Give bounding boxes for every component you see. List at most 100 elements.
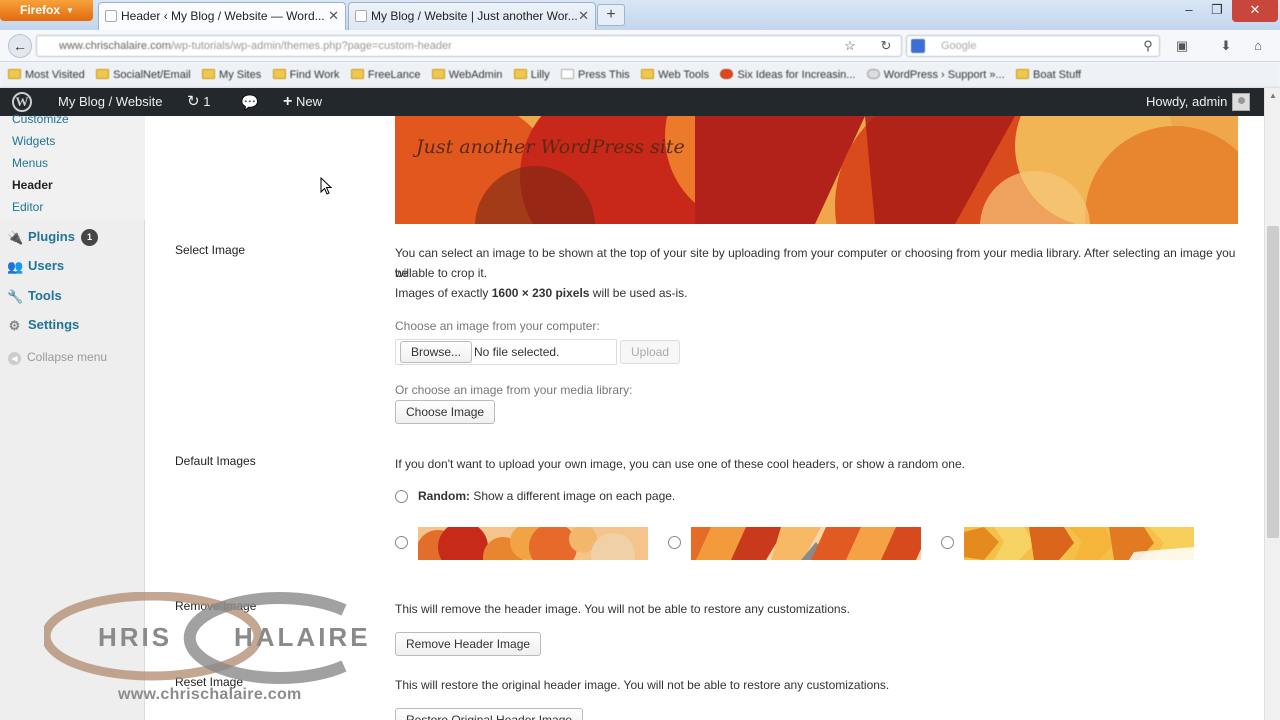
wrench-icon: 🔧 [7, 289, 24, 304]
back-button[interactable]: ← [8, 34, 32, 58]
search-magnifier-icon[interactable]: ⚲ [1140, 38, 1156, 54]
submenu-header[interactable]: Header [12, 178, 53, 192]
random-title: Random: [418, 489, 470, 503]
bookmarks-toolbar: Most Visited SocialNet/Email My Sites Fi… [0, 62, 1280, 88]
bookmark-item[interactable]: Press This [561, 62, 630, 87]
wp-admin-bar: W My Blog / Website ↻ 1 💬 + New Howdy, a… [0, 88, 1268, 116]
bookmark-label: WebAdmin [448, 69, 503, 81]
reload-icon[interactable]: ↻ [878, 38, 894, 54]
sidebar-item-plugins[interactable]: 🔌 Plugins 1 [0, 223, 145, 251]
image-size-note: Images of exactly 1600 × 230 pixels will… [395, 283, 688, 303]
restore-window-button[interactable]: ❐ [1202, 0, 1232, 22]
circles-thumbnail-art [418, 527, 648, 560]
random-desc: Show a different image on each page. [470, 489, 676, 503]
submenu-menus[interactable]: Menus [12, 156, 48, 170]
bookmark-label: Most Visited [25, 69, 85, 81]
firefox-menu-button[interactable]: Firefox ▼ [0, 0, 93, 21]
random-option-label: Random: Show a different image on each p… [418, 486, 675, 506]
bookmark-label: Boat Stuff [1033, 69, 1082, 81]
users-icon: 👥 [7, 259, 24, 274]
bookmark-label: SocialNet/Email [113, 69, 191, 81]
select-image-description: You can select an image to be shown at t… [395, 246, 1236, 280]
page-icon [561, 69, 575, 79]
bookmark-item[interactable]: WordPress › Support »... [866, 62, 1005, 87]
submenu-customize[interactable]: Customize [12, 112, 69, 126]
bookmark-item[interactable]: Lilly [513, 62, 550, 87]
default-header-thumbnail-diamonds[interactable] [691, 527, 921, 560]
site-name-link[interactable]: My Blog / Website [58, 88, 163, 116]
tab-header-admin[interactable]: Header ‹ My Blog / Website — Word... ✕ [98, 2, 346, 30]
sidebar-item-label: Users [28, 258, 65, 273]
tab-title: Header ‹ My Blog / Website — Word... [121, 9, 325, 23]
updates-link[interactable]: ↻ 1 [187, 88, 210, 116]
scrollbar-thumb[interactable] [1267, 226, 1279, 538]
default-header-thumbnail-hexagons[interactable] [964, 527, 1194, 560]
default-header-thumbnail-circles[interactable] [418, 527, 648, 560]
sidebar-item-settings[interactable]: ⚙ Settings [0, 311, 145, 339]
bookmark-item[interactable]: FreeLance [350, 62, 421, 87]
bookmark-label: FreeLance [367, 69, 421, 81]
browser-titlebar: Firefox ▼ Header ‹ My Blog / Website — Wo… [0, 0, 1280, 30]
plug-icon: 🔌 [7, 230, 24, 245]
wordpress-logo-icon[interactable]: W [12, 92, 32, 112]
sliders-icon: ⚙ [8, 318, 21, 333]
default-header-radio-3[interactable] [941, 536, 954, 549]
bookmark-item[interactable]: Boat Stuff [1016, 62, 1082, 87]
minimize-window-button[interactable]: – [1174, 0, 1204, 22]
bookmark-item[interactable]: My Sites [202, 62, 261, 87]
bookmark-item[interactable]: Most Visited [8, 62, 85, 87]
search-bar[interactable]: Google [906, 35, 1160, 57]
restore-original-header-button[interactable]: Restore Original Header Image [395, 708, 584, 720]
sidebar-item-users[interactable]: 👥 Users [0, 252, 145, 280]
bookmark-item[interactable]: Web Tools [641, 62, 710, 87]
page-scrollbar[interactable]: ▲ [1264, 88, 1280, 720]
bookmark-item[interactable]: Find Work [272, 62, 340, 87]
mouse-cursor-icon [320, 177, 332, 195]
sidebar-toggle-icon[interactable]: ▣ [1174, 38, 1190, 54]
plugins-update-badge: 1 [80, 229, 98, 246]
folder-icon [8, 69, 21, 79]
folder-icon [96, 69, 110, 79]
remove-header-image-button[interactable]: Remove Header Image [395, 632, 542, 656]
scroll-up-arrow-icon[interactable]: ▲ [1265, 88, 1280, 104]
choose-image-button[interactable]: Choose Image [395, 400, 496, 424]
close-window-button[interactable]: ✕ [1232, 0, 1278, 22]
bookmark-item[interactable]: SocialNet/Email [96, 62, 191, 87]
header-artwork [395, 116, 1238, 224]
bookmark-label: Six Ideas for Increasin... [737, 69, 856, 81]
folder-icon [641, 69, 655, 79]
download-icon[interactable]: ⬇ [1218, 38, 1234, 54]
close-tab-icon[interactable]: ✕ [328, 3, 339, 29]
tab-blog-site[interactable]: My Blog / Website | Just another Wor... … [348, 2, 596, 30]
new-tab-button[interactable]: + [597, 4, 625, 26]
random-radio[interactable] [395, 490, 408, 503]
header-image-preview: Just another WordPress site [395, 116, 1238, 224]
howdy-greeting[interactable]: Howdy, admin [1146, 88, 1227, 116]
collapse-menu-button[interactable]: ◀ Collapse menu [8, 350, 107, 365]
comments-bubble-icon[interactable]: 💬 [241, 88, 258, 116]
folder-icon [272, 69, 286, 79]
upload-button[interactable]: Upload [620, 340, 681, 364]
submenu-editor[interactable]: Editor [12, 200, 43, 214]
home-icon[interactable]: ⌂ [1250, 38, 1266, 54]
bookmark-star-icon[interactable]: ☆ [842, 38, 858, 54]
bookmark-label: Web Tools [658, 69, 710, 81]
watermark-name-left: HRIS [98, 622, 172, 652]
bookmark-item[interactable]: WebAdmin [431, 62, 503, 87]
default-header-radio-2[interactable] [668, 536, 681, 549]
appearance-submenu: Customize Widgets Menus Header Editor [0, 112, 145, 220]
file-input[interactable]: Browse... No file selected. [395, 339, 617, 365]
google-engine-icon[interactable] [911, 39, 925, 53]
firefox-menu-label: Firefox [20, 3, 61, 17]
submenu-widgets[interactable]: Widgets [12, 134, 55, 148]
new-content-link[interactable]: + New [283, 88, 322, 116]
bookmark-item[interactable]: Six Ideas for Increasin... [720, 62, 856, 87]
browse-button[interactable]: Browse... [400, 341, 473, 363]
sidebar-item-tools[interactable]: 🔧 Tools [0, 282, 145, 310]
close-tab-icon[interactable]: ✕ [578, 3, 589, 29]
avatar[interactable] [1232, 93, 1250, 111]
browser-navbar: ← www.chrischalaire.com/wp-tutorials/wp-… [0, 30, 1280, 62]
updates-count: 1 [203, 94, 211, 109]
default-header-radio-1[interactable] [395, 536, 408, 549]
url-bar[interactable]: www.chrischalaire.com/wp-tutorials/wp-ad… [36, 35, 902, 57]
